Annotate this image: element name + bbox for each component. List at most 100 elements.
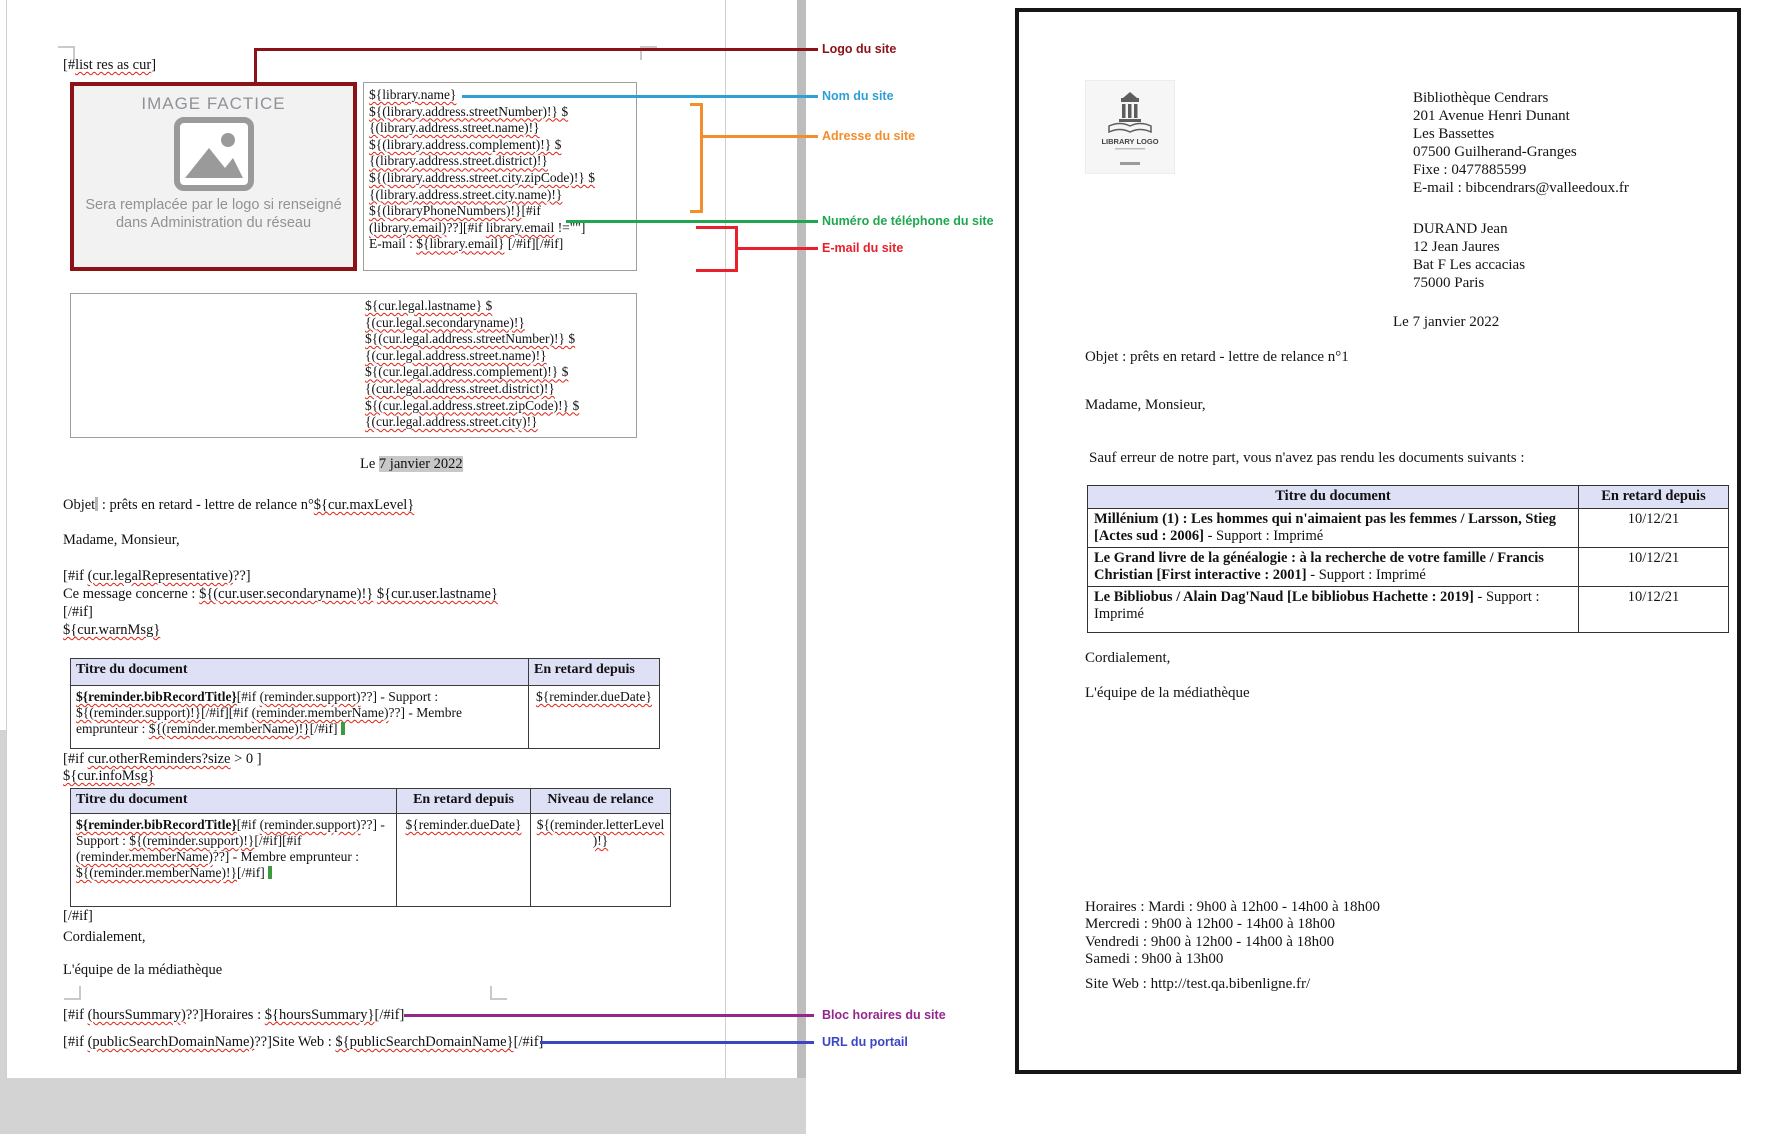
annotation-line-hours [404,1014,814,1017]
tpl-var: (publicSearchDomainName) [88,1034,255,1050]
date-field[interactable]: 7 janvier 2022 [379,456,463,472]
annotation-label-phone: Numéro de téléphone du site [822,214,994,228]
table-header-due: En retard depuis [529,659,660,686]
letter-library-line: 07500 Guilherand-Granges [1413,144,1577,161]
template-warn-msg: ${cur.warnMsg} [63,622,160,639]
tpl-var: ${(reminder.memberName)!} [76,865,237,880]
tpl-var: ${(reminder.support)!} [129,833,254,848]
tpl-line: ${cur.legal.lastname} $ [365,298,579,315]
image-placeholder-title: IMAGE FACTICE [74,94,353,114]
tpl-line: {(cur.legal.address.street.district)!} [365,381,579,398]
due-date-cell: ${reminder.dueDate} [397,814,531,907]
tpl-var: ${hoursSummary} [265,1007,375,1023]
page-right-edge [725,0,726,1078]
template-site-line: [#if (publicSearchDomainName)??]Site Web… [63,1034,543,1051]
letter-recipient-line: Bat F Les accacias [1413,257,1525,274]
annotation-line-name [462,95,818,98]
letter-website: Site Web : http://test.qa.bibenligne.fr/ [1085,976,1310,993]
table-header-level: Niveau de relance [531,789,671,814]
tpl-var: ${publicSearchDomainName} [335,1034,513,1050]
letter-library-line: Bibliothèque Cendrars [1413,90,1548,107]
image-placeholder-caption: Sera remplacée par le logo si renseigné … [74,196,353,232]
template-subject-line: Objet : prêts en retard - lettre de rela… [63,497,414,514]
tpl-line: {(cur.legal.secondaryname)!} [365,315,579,332]
tpl-var: ${cur.user.lastname} [377,586,498,602]
template-if-legal-line: [#if (cur.legalRepresentative)??] [63,568,251,585]
template-if-other-line: [#if cur.otherReminders?size > 0 ] [63,751,262,768]
letter-intro: Sauf erreur de notre part, vous n'avez p… [1089,450,1525,467]
due-date-cell: 10/12/21 [1579,587,1729,633]
letter-subject: Objet : prêts en retard - lettre de rela… [1085,349,1349,366]
tpl-line: ${(libraryPhoneNumbers)!}[#if [369,203,636,220]
template-list-open-line: [#list res as cur] [63,57,156,74]
annotation-bracket-address [690,103,703,106]
letter-date: Le 7 janvier 2022 [1393,314,1499,331]
reminder-cell: ${reminder.bibRecordTitle}[#if (reminder… [71,686,529,749]
annotation-label-hours: Bloc horaires du site [822,1008,946,1022]
letter-recipient-line: 12 Jean Jaures [1413,239,1500,256]
green-cursor-mark [341,722,345,735]
annotation-bracket-email [696,226,738,229]
tpl-var: ${(reminder.letterLevel)!} [537,817,665,848]
tpl-line: {(library.address.street.city.name)!} [369,187,636,204]
table-row: Le Grand livre de la généalogie : à la r… [1088,548,1729,587]
tpl-var: ${reminder.dueDate} [536,689,652,704]
image-placeholder-icon [171,116,257,192]
annotation-bracket-address [700,103,703,213]
tpl-var: (hoursSummary) [88,1007,186,1023]
template-table-other-reminders: Titre du document En retard depuis Nivea… [70,788,671,907]
table-header-title: Titre du document [71,789,397,814]
tpl-var: ${reminder.bibRecordTitle} [76,817,237,832]
annotation-line-logo [254,48,257,82]
tpl-line: {(library.address.street.name)!} [369,120,636,137]
annotation-line-email [735,247,818,250]
document-title-cell: Le Grand livre de la généalogie : à la r… [1088,548,1579,587]
letter-library-line: 201 Avenue Henri Dunant [1413,108,1570,125]
tpl-var: ${(libraryPhoneNumbers)!} [369,203,521,218]
annotation-bracket-email [696,269,738,272]
annotation-line-url [540,1041,814,1044]
tpl-var: ${reminder.dueDate} [405,817,521,832]
template-signature: L'équipe de la médiathèque [63,962,222,979]
table-row: Le Bibliobus / Alain Dag'Naud [Le biblio… [1088,587,1729,633]
template-date-line: Le 7 janvier 2022 [360,456,463,473]
annotation-line-phone [566,220,818,223]
library-fields-box: ${library.name} ${(library.address.stree… [363,82,637,271]
letter-library-line: E-mail : bibcendrars@valleedoux.fr [1413,180,1629,197]
tpl-line: ${(library.address.street.city.zipCode)!… [369,170,636,187]
letter-hours-line: Samedi : 9h00 à 13h00 [1085,951,1223,968]
letter-library-line: Les Bassettes [1413,126,1494,143]
letter-hours-line: Horaires : Mardi : 9h00 à 12h00 - 14h00 … [1085,899,1380,916]
tpl-var: (cur.legalRepresentative) [88,568,233,584]
tpl-line: E-mail : ${library.email} [/#if][/#if] [369,236,636,253]
green-cursor-mark [268,866,272,879]
template-salutation: Madame, Monsieur, [63,532,180,549]
vertical-scrollbar[interactable] [797,0,806,1078]
text-boundary-corner [64,986,81,1000]
table-header-title: Titre du document [1088,486,1579,509]
tpl-var: (reminder.support) [260,817,361,832]
template-closing: Cordialement, [63,929,146,946]
library-logo-text: LIBRARY LOGO [1101,137,1158,146]
page-left-edge [6,0,7,1078]
annotation-line-address [700,135,818,138]
document-title-cell: Le Bibliobus / Alain Dag'Naud [Le biblio… [1088,587,1579,633]
letter-salutation: Madame, Monsieur, [1085,397,1206,414]
tpl-var: (reminder.memberName) [76,849,213,864]
legal-fields-box: ${cur.legal.lastname} $ {(cur.legal.seco… [70,293,637,438]
tpl-line: {(cur.legal.address.street.name)!} [365,348,579,365]
letter-library-line: Fixe : 0477885599 [1413,162,1526,179]
legal-fields-text: ${cur.legal.lastname} $ {(cur.legal.seco… [365,298,579,431]
text-boundary-corner [490,986,507,1000]
template-endif2-line: [/#if] [63,908,93,925]
tpl-var: (reminder.memberName) [252,705,389,720]
table-header-due: En retard depuis [397,789,531,814]
tpl-var: ${(reminder.memberName)!} [149,721,310,736]
annotation-line-logo [254,48,818,51]
tpl-line: ${(cur.legal.address.complement)!} $ [365,364,579,381]
tpl-line: {(cur.legal.address.street.city)!} [365,414,579,431]
pane-bottom-gray-band [0,1078,806,1134]
annotation-bracket-address [690,210,703,213]
library-logo-image: LIBRARY LOGO [1085,80,1175,174]
table-header-due: En retard depuis [1579,486,1729,509]
